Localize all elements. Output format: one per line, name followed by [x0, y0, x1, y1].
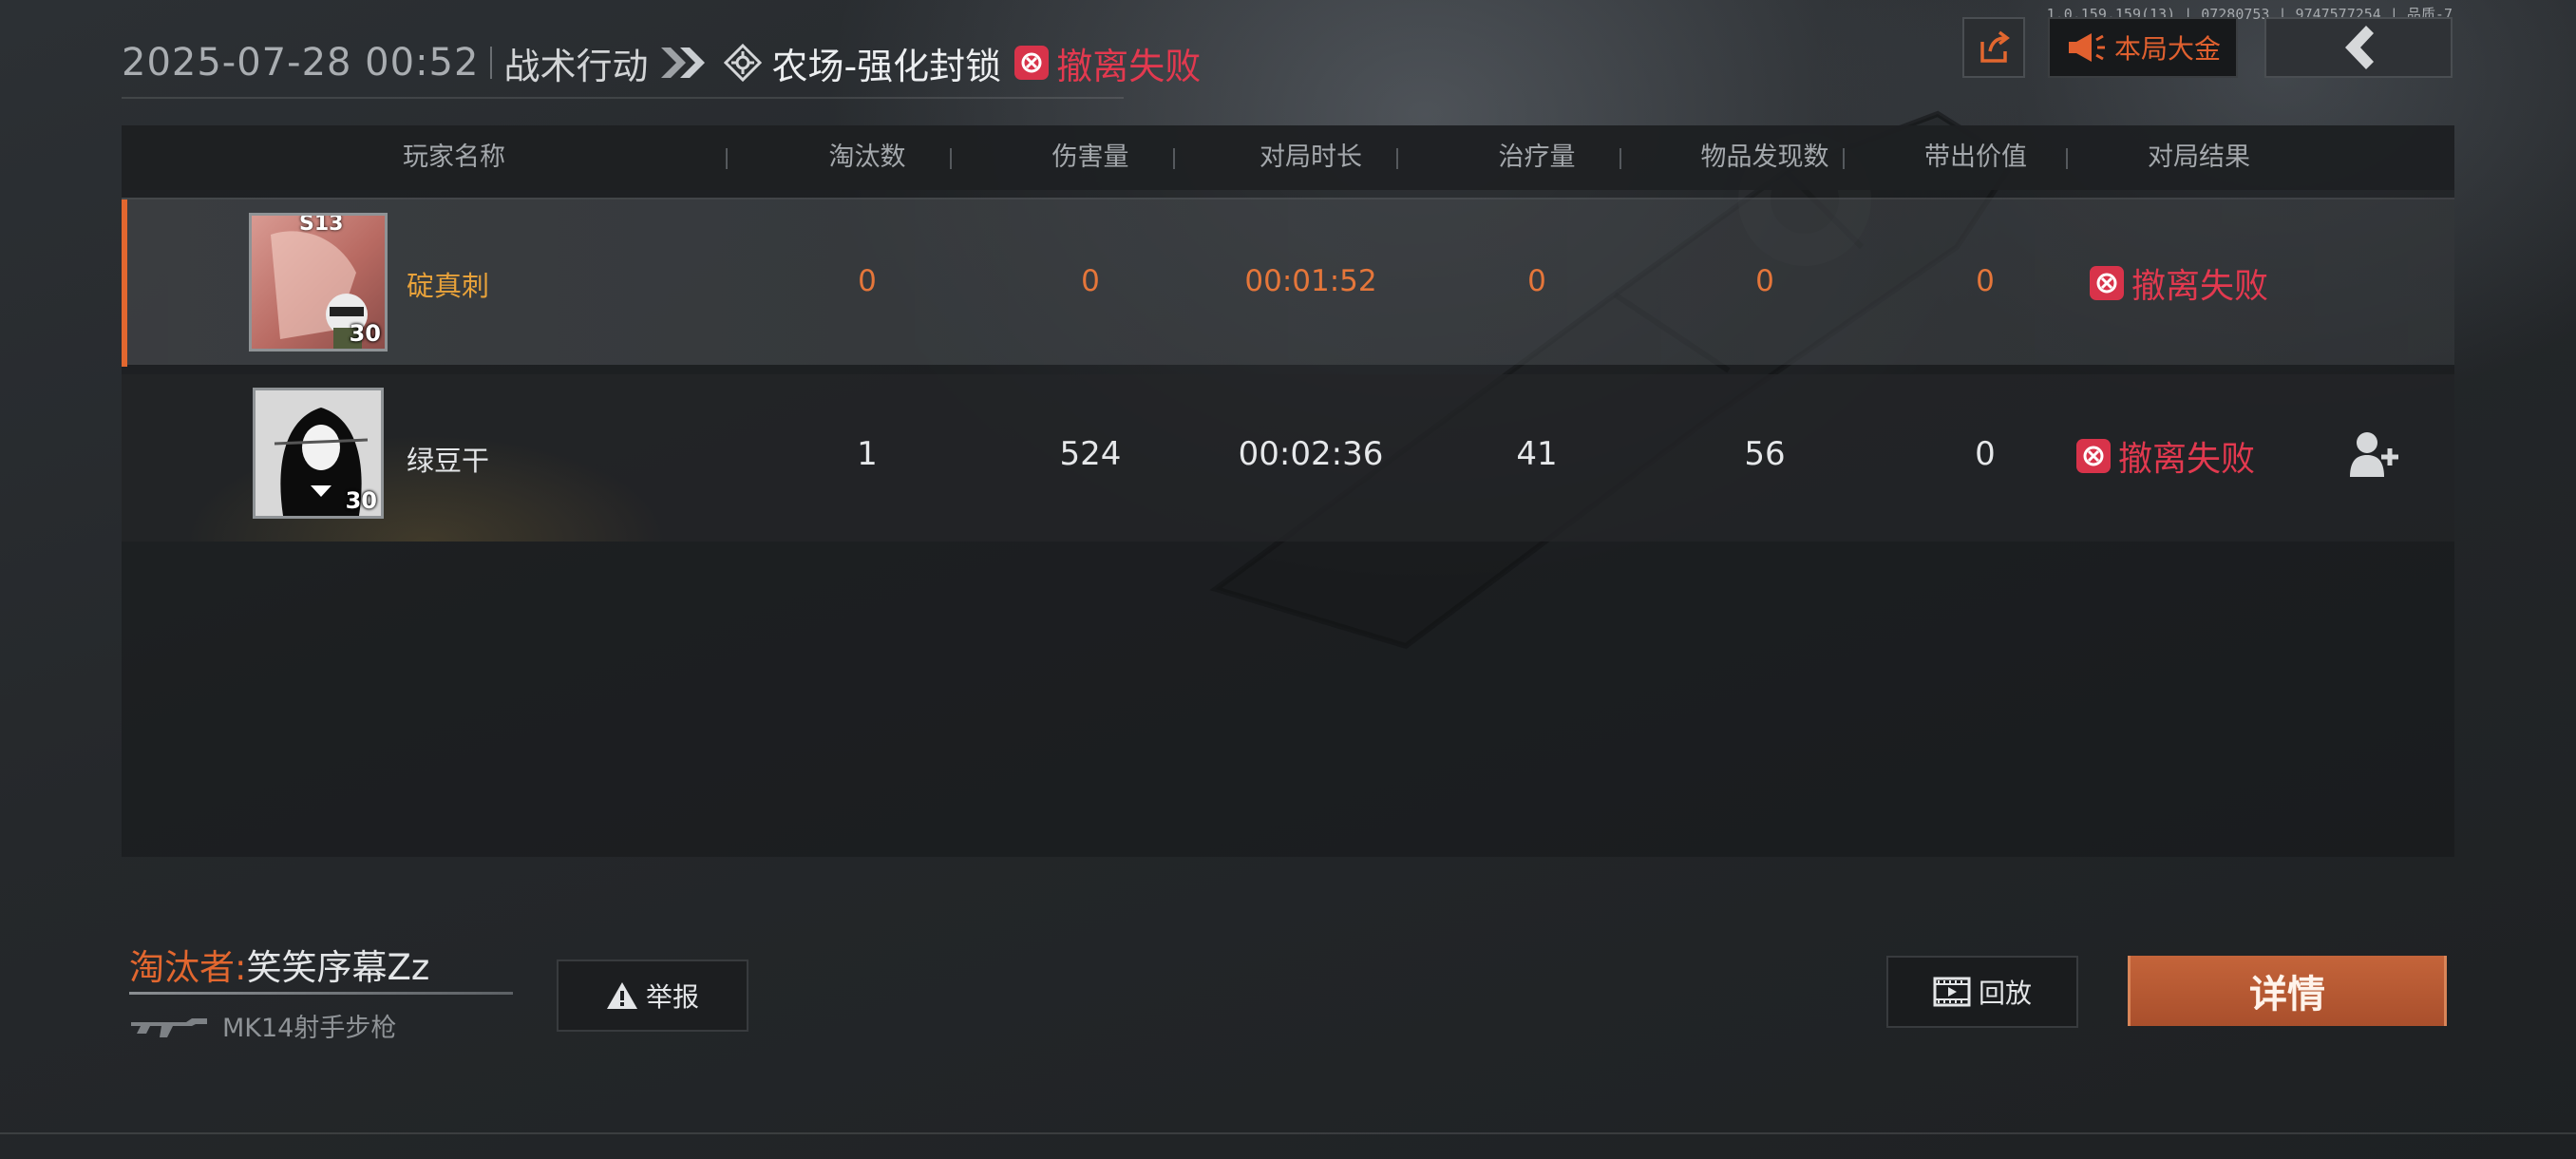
extraction-fail-icon	[2076, 439, 2111, 473]
column-items-found: 物品发现数	[1700, 142, 1829, 172]
details-button[interactable]: 详情	[2128, 956, 2447, 1026]
header-underline	[122, 97, 1124, 99]
match-header: 2025-07-28 00:52 战术行动 农场-强化封锁 撤离失败	[122, 34, 1201, 91]
player-level: 30	[349, 320, 381, 347]
player-avatar[interactable]: S13 30	[249, 213, 388, 352]
report-button[interactable]: 举报	[557, 960, 748, 1032]
column-divider	[950, 148, 952, 169]
self-row-accent	[122, 200, 127, 367]
add-friend-icon[interactable]	[2348, 429, 2401, 479]
column-divider	[2066, 148, 2068, 169]
season-badge: S13	[299, 213, 344, 236]
duration-value: 00:01:52	[1244, 264, 1377, 298]
column-divider	[1619, 148, 1621, 169]
player-name: 碇真刺	[407, 270, 490, 302]
header-divider	[490, 47, 493, 79]
replay-label: 回放	[1978, 978, 2032, 1009]
player-results-table: 玩家名称 淘汰数 伤害量 对局时长 治疗量 物品发现数 带出价值 对局结果 S1…	[122, 125, 2454, 857]
match-result-cell: 撤离失败	[2090, 258, 2268, 308]
items-found-value: 56	[1744, 435, 1786, 473]
map-name: 农场-强化封锁	[771, 45, 1002, 87]
column-damage: 伤害量	[1051, 142, 1129, 172]
weapon-name: MK14射手步枪	[222, 1014, 397, 1043]
share-button[interactable]	[1962, 17, 2025, 78]
match-result-cell: 撤离失败	[2076, 431, 2255, 481]
column-divider	[1173, 148, 1175, 169]
jackpot-button[interactable]: 本局大金	[2048, 17, 2238, 78]
table-header: 玩家名称 淘汰数 伤害量 对局时长 治疗量 物品发现数 带出价值 对局结果	[122, 125, 2454, 190]
match-result-text: 撤离失败	[2118, 440, 2256, 479]
kills-value: 1	[857, 435, 878, 473]
killer-weapon: MK14射手步枪	[129, 1007, 396, 1044]
duration-value: 00:02:36	[1238, 435, 1384, 473]
killer-name[interactable]: 笑笑序幕Zz	[246, 947, 429, 988]
megaphone-icon	[2068, 33, 2105, 62]
column-duration: 对局时长	[1260, 142, 1362, 172]
map-location-icon	[724, 44, 763, 82]
player-level: 30	[345, 487, 377, 514]
column-extracted-value: 带出价值	[1924, 142, 2027, 172]
bottom-divider	[0, 1132, 2576, 1134]
double-chevron-icon	[661, 48, 706, 78]
healing-value: 0	[1527, 264, 1546, 298]
healing-value: 41	[1516, 435, 1558, 473]
jackpot-label: 本局大金	[2113, 33, 2221, 65]
match-datetime: 2025-07-28 00:52	[122, 41, 480, 85]
column-kills: 淘汰数	[828, 142, 906, 172]
back-button[interactable]	[2264, 17, 2453, 78]
match-result-screen: 1.0.159.159(13) | 07280753 | 9747577254 …	[0, 0, 2576, 1159]
extracted-value: 0	[1976, 264, 1995, 298]
table-row-teammate[interactable]: 30 绿豆干 1 524 00:02:36 41 56 0 撤离失败	[122, 374, 2454, 542]
rifle-icon	[131, 1017, 207, 1037]
extraction-fail-icon	[1014, 46, 1050, 80]
game-mode: 战术行动	[503, 45, 649, 87]
column-divider	[726, 148, 728, 169]
player-avatar[interactable]: 30	[253, 388, 384, 519]
table-row-self[interactable]: S13 30 碇真刺 0 0 00:01:52 0 0 0 撤离失败	[122, 198, 2454, 367]
kills-value: 0	[858, 264, 877, 298]
film-play-icon	[1933, 977, 1971, 1007]
extraction-fail-icon	[2090, 266, 2124, 300]
column-match-result: 对局结果	[2148, 142, 2250, 172]
column-divider	[1396, 148, 1398, 169]
column-player-name: 玩家名称	[403, 142, 505, 172]
column-divider	[1843, 148, 1845, 169]
match-result-text: 撤离失败	[2131, 267, 2269, 306]
details-label: 详情	[2249, 973, 2325, 1016]
warning-icon	[606, 982, 637, 1009]
player-name: 绿豆干	[407, 445, 490, 477]
chevron-left-icon	[2345, 26, 2374, 69]
replay-button[interactable]: 回放	[1886, 956, 2078, 1028]
damage-value: 524	[1059, 435, 1122, 473]
items-found-value: 0	[1755, 264, 1774, 298]
damage-value: 0	[1081, 264, 1100, 298]
killer-divider	[129, 992, 513, 995]
share-icon	[1980, 30, 2010, 63]
column-healing: 治疗量	[1498, 142, 1576, 172]
extracted-value: 0	[1975, 435, 1996, 473]
report-label: 举报	[645, 981, 699, 1013]
killer-label: 淘汰者:	[129, 947, 247, 988]
match-result-status: 撤离失败	[1056, 45, 1202, 87]
killer-info: 淘汰者:笑笑序幕Zz	[129, 939, 429, 990]
